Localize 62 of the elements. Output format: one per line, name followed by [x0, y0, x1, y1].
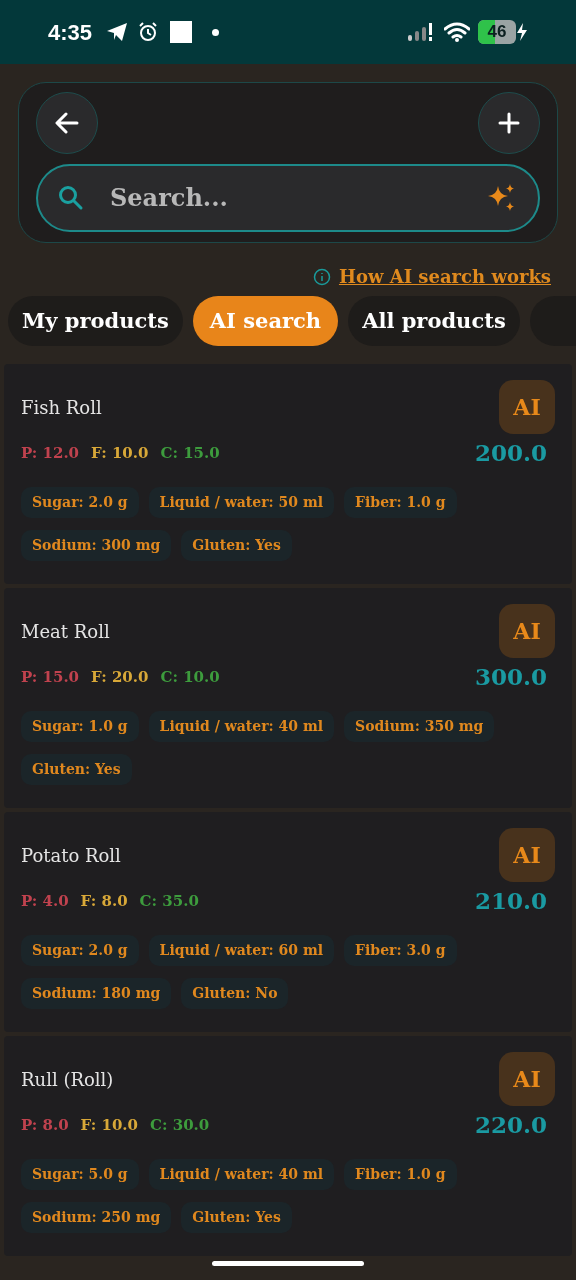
protein-value: P: 12.0: [21, 443, 80, 464]
carbs-value: C: 15.0: [160, 443, 220, 464]
nutrient-tag: Sugar: 1.0 g: [21, 710, 139, 742]
signal-icon: [408, 21, 434, 43]
fat-value: F: 8.0: [80, 891, 128, 912]
product-name: Meat Roll: [21, 619, 110, 644]
carbs-value: C: 10.0: [160, 667, 220, 688]
plus-icon: [498, 112, 520, 134]
nutrient-tag: Liquid / water: 60 ml: [148, 934, 335, 966]
fat-value: F: 10.0: [91, 443, 149, 464]
protein-value: P: 15.0: [21, 667, 80, 688]
protein-value: P: 8.0: [21, 1115, 69, 1136]
info-link[interactable]: How AI search works: [338, 263, 551, 290]
tab[interactable]: All products: [348, 296, 520, 346]
carbs-value: C: 30.0: [150, 1115, 210, 1136]
notification-square-icon: [170, 21, 193, 43]
ai-badge: AI: [499, 380, 555, 434]
nutrient-tag: Sugar: 5.0 g: [21, 1158, 139, 1190]
nutrient-tag: Gluten: No: [181, 977, 289, 1009]
wifi-icon: [444, 22, 470, 42]
calories-value: 200.0: [474, 438, 547, 468]
calories-value: 210.0: [474, 886, 547, 916]
nutrient-tag: Liquid / water: 40 ml: [148, 1158, 335, 1190]
fat-value: F: 20.0: [91, 667, 149, 688]
product-card[interactable]: Rull (Roll) AI P: 8.0 F: 10.0 C: 30.0 220.0 Sugar: 5.0 g Liquid / water: 40 ml Fiber: 1.0 g Sodium: 250 mg Gluten: Yes: [4, 1036, 572, 1256]
nutrient-tag: Sodium: 180 mg: [21, 977, 172, 1009]
ai-badge: AI: [499, 604, 555, 658]
product-name: Potato Roll: [21, 843, 121, 868]
product-name: Rull (Roll): [21, 1067, 114, 1092]
calories-value: 300.0: [474, 662, 547, 692]
nutrient-tag: Sodium: 300 mg: [21, 529, 172, 561]
product-card[interactable]: Fish Roll AI P: 12.0 F: 10.0 C: 15.0 200.0 Sugar: 2.0 g Liquid / water: 50 ml Fiber: 1.0 g Sodium: 300 mg Gluten: Yes: [4, 364, 572, 584]
fat-value: F: 10.0: [80, 1115, 139, 1136]
search-icon: [58, 185, 84, 211]
nutrient-tag: Sugar: 2.0 g: [21, 486, 139, 518]
protein-value: P: 4.0: [21, 891, 69, 912]
nutrient-tag: Sodium: 250 mg: [21, 1201, 172, 1233]
product-name: Fish Roll: [21, 395, 102, 420]
search-field[interactable]: Search...: [110, 180, 486, 216]
nutrient-tag: Liquid / water: 50 ml: [148, 486, 335, 518]
alarm-clock-icon: [138, 22, 159, 42]
nutrient-tag: Sodium: 350 mg: [344, 710, 495, 742]
nutrient-tag: Gluten: Yes: [181, 529, 292, 561]
ai-badge: AI: [499, 1052, 555, 1106]
tab[interactable]: My products: [8, 296, 183, 346]
nutrient-tag: Fiber: 3.0 g: [344, 934, 457, 966]
nutrient-tag: Gluten: Yes: [181, 1201, 292, 1233]
status-time: 4:35: [48, 18, 93, 47]
nutrient-tag: Fiber: 1.0 g: [344, 486, 457, 518]
search-field[interactable]: Search...: [36, 164, 540, 232]
calories-value: 220.0: [474, 1110, 547, 1140]
product-card[interactable]: Meat Roll AI P: 15.0 F: 20.0 C: 10.0 300.0 Sugar: 1.0 g Liquid / water: 40 ml Sodium: 350 mg Gluten: Yes: [4, 588, 572, 808]
info-icon: [312, 267, 331, 286]
product-card[interactable]: Potato Roll AI P: 4.0 F: 8.0 C: 35.0 210.0 Sugar: 2.0 g Liquid / water: 60 ml Fiber: 3.0 g Sodium: 180 mg Gluten: No: [4, 812, 572, 1032]
carbs-value: C: 35.0: [139, 891, 199, 912]
nutrient-tag: Sugar: 2.0 g: [21, 934, 139, 966]
nutrient-tag: Liquid / water: 40 ml: [148, 710, 335, 742]
back-arrow-icon: [55, 112, 79, 134]
nutrient-tag: Fiber: 1.0 g: [344, 1158, 457, 1190]
nutrient-tag: Gluten: Yes: [21, 753, 132, 785]
ai-badge: AI: [499, 828, 555, 882]
paper-plane-icon: [106, 22, 129, 42]
